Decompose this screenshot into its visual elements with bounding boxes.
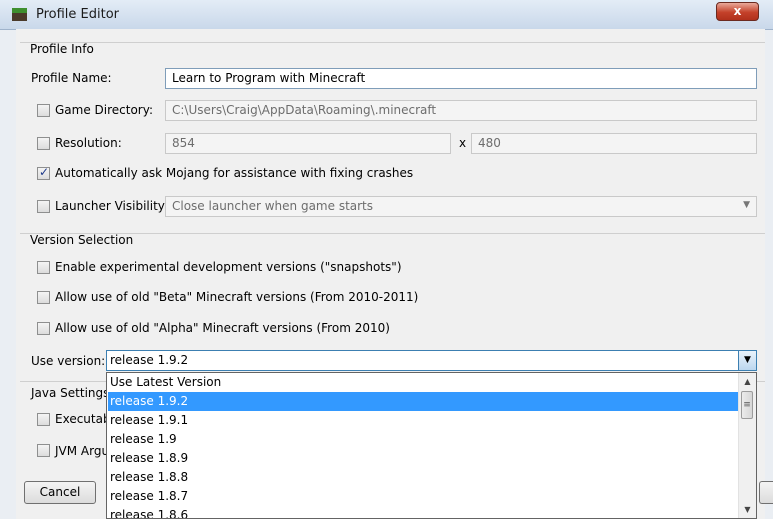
resolution-height-input[interactable]: 480 <box>471 133 757 154</box>
launcher-visibility-checkbox[interactable] <box>37 200 50 213</box>
chevron-down-icon: ▼ <box>743 200 750 210</box>
beta-checkbox[interactable] <box>37 291 50 304</box>
chevron-down-icon[interactable]: ▼ <box>738 351 756 370</box>
jvm-arguments-checkbox[interactable] <box>37 444 50 457</box>
cancel-button[interactable]: Cancel <box>24 481 96 504</box>
use-version-select[interactable]: release 1.9.2 ▼ <box>106 350 757 371</box>
executable-checkbox[interactable] <box>37 413 50 426</box>
game-directory-label: Game Directory: <box>55 103 154 117</box>
jvm-arguments-label: JVM Argu <box>55 444 110 458</box>
close-button[interactable]: x <box>716 2 759 21</box>
title-bar[interactable]: Profile Editor x <box>0 0 773 30</box>
list-item[interactable]: Use Latest Version <box>108 373 738 392</box>
list-item[interactable]: release 1.8.9 <box>108 449 738 468</box>
game-directory-checkbox[interactable] <box>37 104 50 117</box>
scrollbar-thumb[interactable]: ≡ <box>741 391 753 419</box>
java-settings-title: Java Settings <box>31 386 110 400</box>
launcher-visibility-label: Launcher Visibility: <box>55 199 169 213</box>
profile-info-title: Profile Info <box>30 42 94 56</box>
alpha-label: Allow use of old "Alpha" Minecraft versi… <box>55 321 390 335</box>
profile-editor-window: Profile Editor x Profile Info Profile Na… <box>0 0 773 519</box>
right-button-edge[interactable] <box>759 481 773 504</box>
minecraft-grass-block-icon <box>12 8 27 21</box>
use-version-value: release 1.9.2 <box>110 353 189 367</box>
game-directory-input[interactable]: C:\Users\Craig\AppData\Roaming\.minecraf… <box>165 100 757 121</box>
beta-label: Allow use of old "Beta" Minecraft versio… <box>55 290 419 304</box>
resolution-width-input[interactable]: 854 <box>165 133 451 154</box>
auto-ask-checkbox[interactable] <box>37 165 50 180</box>
use-version-label: Use version: <box>31 354 106 368</box>
snapshots-label: Enable experimental development versions… <box>55 260 402 274</box>
scroll-down-arrow-icon[interactable]: ▼ <box>739 501 756 518</box>
window-title: Profile Editor <box>36 7 120 22</box>
executable-label: Executab <box>55 412 111 426</box>
list-item[interactable]: release 1.9 <box>108 430 738 449</box>
launcher-visibility-value: Close launcher when game starts <box>172 199 374 213</box>
auto-ask-label: Automatically ask Mojang for assistance … <box>55 166 414 180</box>
list-item[interactable]: release 1.8.7 <box>108 487 738 506</box>
list-item[interactable]: release 1.9.1 <box>108 411 738 430</box>
resolution-x-label: x <box>459 136 467 150</box>
list-item[interactable]: release 1.8.6 <box>108 506 738 518</box>
resolution-checkbox[interactable] <box>37 137 50 150</box>
dropdown-scrollbar[interactable]: ▲ ≡ ▼ <box>738 373 756 518</box>
resolution-label: Resolution: <box>55 136 122 150</box>
list-item[interactable]: release 1.8.8 <box>108 468 738 487</box>
snapshots-checkbox[interactable] <box>37 261 50 274</box>
version-selection-title: Version Selection <box>30 233 134 247</box>
profile-name-label: Profile Name: <box>31 71 112 85</box>
list-item-selected[interactable]: release 1.9.2 <box>108 392 738 411</box>
profile-name-input[interactable]: Learn to Program with Minecraft <box>165 68 757 89</box>
alpha-checkbox[interactable] <box>37 322 50 335</box>
scroll-up-arrow-icon[interactable]: ▲ <box>739 373 756 390</box>
launcher-visibility-select[interactable]: Close launcher when game starts ▼ <box>165 196 757 217</box>
version-dropdown-list[interactable]: Use Latest Version release 1.9.2 release… <box>106 372 757 519</box>
